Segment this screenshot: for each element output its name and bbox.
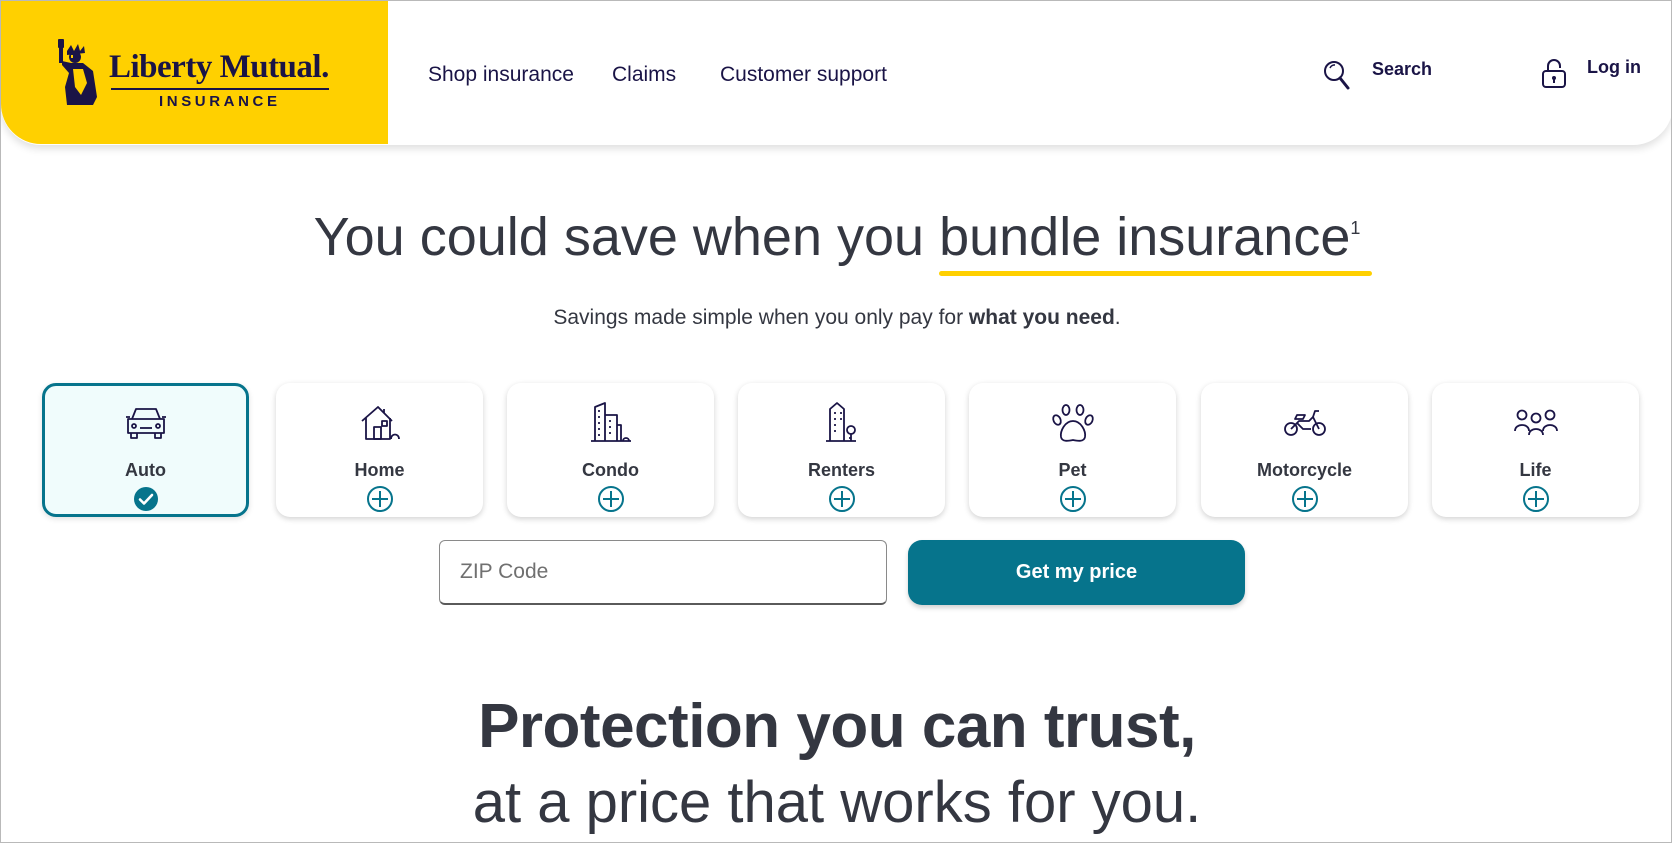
condo-building-icon — [590, 402, 631, 442]
subline-end: . — [1114, 306, 1121, 329]
product-label: Motorcycle — [1256, 460, 1353, 480]
brand-logo[interactable]: Liberty Mutual. INSURANCE — [1, 1, 388, 144]
login-button[interactable]: Log in — [1541, 57, 1641, 89]
product-label: Auto — [125, 460, 166, 480]
subline-lead: Savings made simple when you only pay fo… — [553, 306, 969, 329]
get-my-price-button[interactable]: Get my price — [908, 540, 1245, 605]
product-card-motorcycle[interactable]: Motorcycle — [1201, 383, 1408, 517]
product-card-life[interactable]: Life — [1432, 383, 1639, 517]
checkmark-circle-icon — [133, 487, 158, 511]
plus-circle-icon — [1059, 486, 1086, 512]
product-label: Condo — [582, 460, 639, 480]
statue-of-liberty-logo-icon — [58, 39, 97, 105]
lock-icon — [1542, 59, 1566, 88]
plus-circle-icon — [597, 486, 624, 512]
plus-circle-icon — [828, 486, 855, 512]
hero-subline: Savings made simple when you only pay fo… — [1, 306, 1671, 330]
footnote-marker[interactable]: 1 — [1350, 218, 1360, 238]
site-header: Liberty Mutual. INSURANCE Shop insurance… — [1, 1, 1671, 145]
product-label: Renters — [807, 460, 876, 480]
product-label: Pet — [1058, 460, 1087, 480]
login-label: Log in — [1587, 56, 1641, 77]
product-label: Home — [354, 460, 405, 480]
family-icon — [1513, 409, 1558, 436]
house-icon — [360, 406, 400, 440]
brand-subtitle: INSURANCE — [159, 93, 281, 110]
zip-code-input[interactable] — [439, 540, 887, 605]
motorcycle-icon — [1283, 410, 1326, 436]
plus-circle-icon — [366, 486, 393, 512]
page: Liberty Mutual. INSURANCE Shop insurance… — [0, 0, 1672, 843]
product-card-renters[interactable]: Renters — [738, 383, 945, 517]
subline-bold: what you need — [968, 306, 1115, 329]
search-icon — [1324, 61, 1350, 90]
product-label: Life — [1519, 460, 1552, 480]
paw-icon — [1051, 404, 1094, 442]
hero-headline-emph-text: bundle insurance — [939, 207, 1351, 267]
tagline-subheading: at a price that works for you. — [472, 770, 1202, 835]
product-card-home[interactable]: Home — [276, 383, 483, 517]
hero-headline-lead: You could save when you — [313, 207, 940, 267]
search-button[interactable]: Search — [1322, 59, 1432, 91]
tagline-heading: Protection you can trust, — [478, 692, 1196, 761]
plus-circle-icon — [1291, 486, 1318, 512]
brand-rule — [111, 88, 329, 90]
nav-customer-support[interactable]: Customer support — [720, 63, 887, 87]
car-icon — [125, 408, 166, 439]
renters-building-icon — [825, 402, 856, 442]
hero-headline-emphasis: bundle insurance1 — [939, 206, 1373, 276]
plus-circle-icon — [1522, 486, 1549, 512]
hero-headline: You could save when you bundle insurance… — [1, 206, 1671, 276]
brand-wordmark: Liberty Mutual. — [109, 49, 329, 85]
product-card-condo[interactable]: Condo — [507, 383, 714, 517]
nav-claims[interactable]: Claims — [612, 63, 676, 87]
nav-shop-insurance[interactable]: Shop insurance — [428, 63, 574, 87]
product-card-pet[interactable]: Pet — [969, 383, 1176, 517]
product-card-auto[interactable]: Auto — [42, 383, 249, 517]
search-label: Search — [1372, 58, 1433, 79]
